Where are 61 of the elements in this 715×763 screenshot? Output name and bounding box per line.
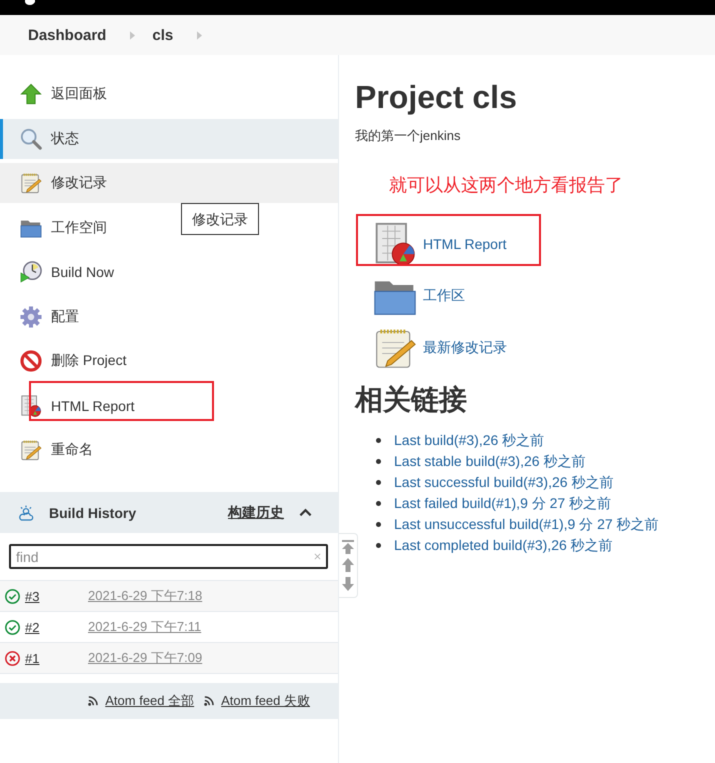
rss-icon <box>204 696 214 706</box>
feed-link[interactable]: Atom feed 全部 <box>105 692 194 710</box>
build-link[interactable]: Last completed build(#3),26 秒之前 <box>394 536 613 554</box>
sidebar-item[interactable]: 删除 Project <box>0 341 138 381</box>
rss-icon <box>88 696 98 706</box>
clear-icon[interactable] <box>314 553 321 560</box>
bullet-icon <box>376 543 381 548</box>
sidebar-item[interactable]: 返回面板 <box>0 74 119 114</box>
failure-x-icon <box>5 650 20 666</box>
clock-play-icon <box>20 261 42 283</box>
bullet-icon <box>376 501 381 506</box>
build-history-title: Build History <box>49 504 136 520</box>
task-link[interactable]: 最新修改记录 <box>355 322 507 374</box>
breadcrumb-link[interactable]: cls <box>152 26 174 44</box>
build-link[interactable]: Last unsuccessful build(#1),9 分 27 秒之前 <box>394 516 659 534</box>
prohibited-icon <box>20 350 42 372</box>
report-chart-icon <box>20 394 42 416</box>
scroll-up-icon[interactable] <box>342 558 354 572</box>
search-field[interactable]: find <box>9 544 328 569</box>
build-date-link[interactable]: 2021-6-29 下午7:11 <box>88 618 202 636</box>
sidebar-item[interactable]: 配置 <box>0 296 91 336</box>
bullet-icon <box>376 459 381 464</box>
scroll-top-icon[interactable] <box>342 540 354 554</box>
section-heading: 相关链接 <box>355 383 468 417</box>
magnifier-icon <box>20 128 42 150</box>
build-history-link[interactable]: 构建历史 <box>228 504 284 522</box>
feed-link[interactable]: Atom feed 失败 <box>221 692 310 710</box>
cloud-sun-icon <box>18 504 34 520</box>
sidebar-item[interactable]: 重命名 <box>0 430 105 470</box>
success-check-icon <box>5 588 20 604</box>
bullet-icon <box>376 522 381 527</box>
project-title: Project cls <box>355 78 518 117</box>
sidebar-item[interactable]: 修改记录 <box>0 163 338 203</box>
tooltip: 修改记录 <box>181 203 259 235</box>
project-description: 我的第一个jenkins <box>355 127 462 145</box>
build-number-link[interactable]: #1 <box>25 650 40 666</box>
notepad-pencil-icon <box>20 172 42 194</box>
sidebar-item[interactable]: Build Now <box>0 252 126 292</box>
build-link[interactable]: Last stable build(#3),26 秒之前 <box>394 452 586 470</box>
bullet-icon <box>376 438 381 443</box>
build-link[interactable]: Last successful build(#3),26 秒之前 <box>394 474 614 492</box>
breadcrumb-link[interactable]: Dashboard <box>28 26 106 44</box>
up-arrow-icon <box>20 83 42 105</box>
logo-icon[interactable] <box>25 0 35 5</box>
task-link[interactable]: HTML Report <box>355 218 507 270</box>
sidebar-item[interactable]: HTML Report <box>0 386 147 426</box>
success-check-icon <box>5 620 20 634</box>
gear-icon <box>20 306 42 328</box>
build-link[interactable]: Last build(#3),26 秒之前 <box>394 432 544 450</box>
build-number-link[interactable]: #3 <box>25 588 40 604</box>
notepad-pencil-icon <box>20 439 42 461</box>
bullet-icon <box>376 480 381 485</box>
build-link[interactable]: Last failed build(#1),9 分 27 秒之前 <box>394 494 612 512</box>
chevron-icon[interactable] <box>299 508 312 517</box>
sidebar-item[interactable]: 工作空间 <box>0 208 119 248</box>
sidebar-item[interactable]: 状态 <box>0 118 338 158</box>
build-number-link[interactable]: #2 <box>25 620 40 634</box>
annotation-text: 就可以从这两个地方看报告了 <box>389 174 624 197</box>
report-chart-icon <box>373 222 417 266</box>
scroll-down-icon[interactable] <box>342 576 354 591</box>
task-link[interactable]: 工作区 <box>355 270 465 322</box>
